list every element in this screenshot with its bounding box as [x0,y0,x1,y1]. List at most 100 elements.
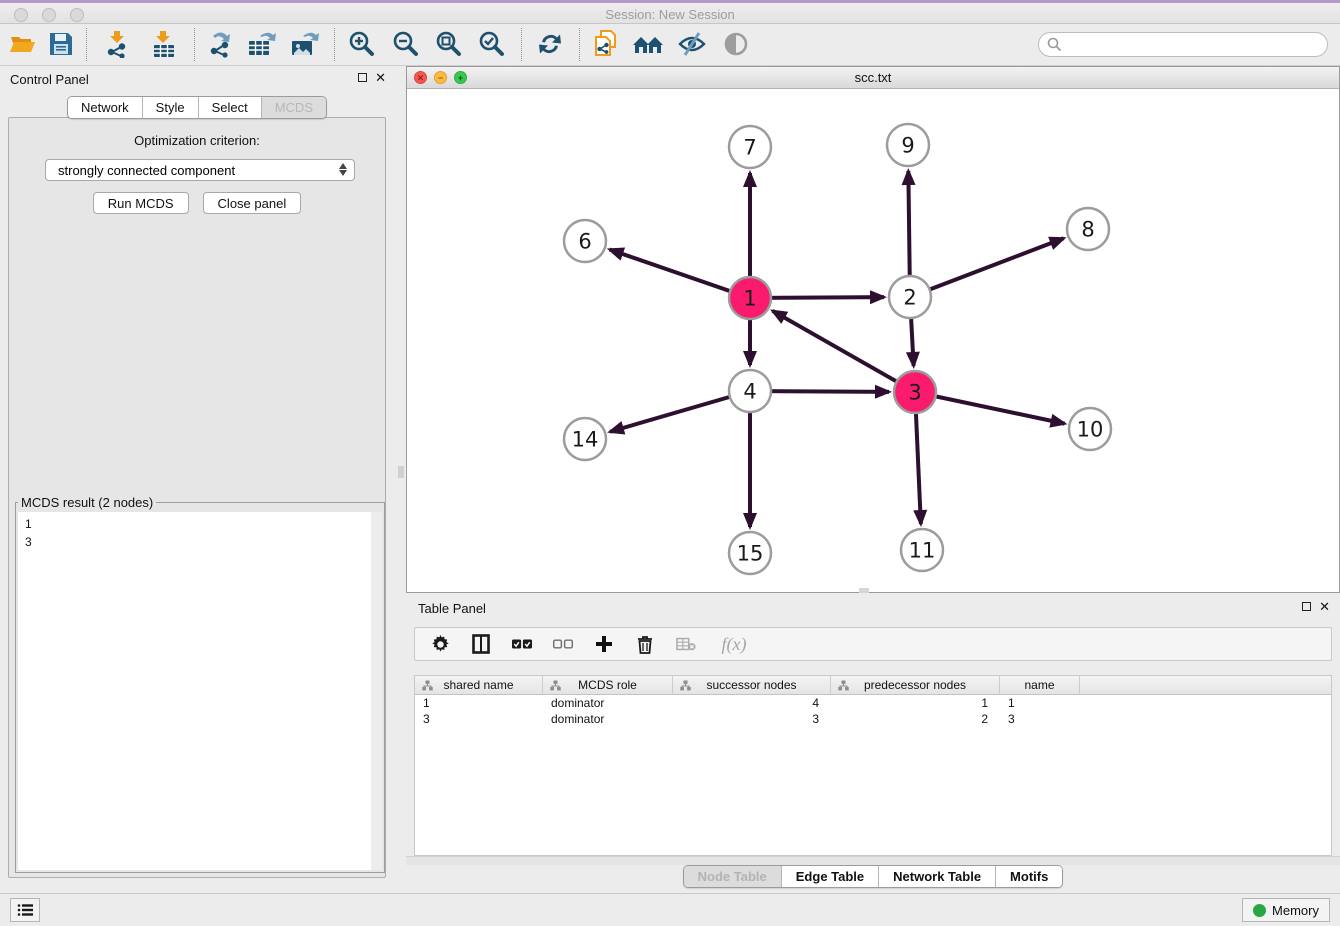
graph-node-9[interactable]: 9 [887,124,929,166]
search-field[interactable] [1038,32,1328,57]
graph-node-14[interactable]: 14 [564,418,606,460]
column-header-mcds-role[interactable]: MCDS role [543,676,673,694]
control-panel-title: Control Panel [10,72,89,87]
home-network-button[interactable] [631,27,665,61]
cell-predecessor-nodes[interactable]: 2 [831,711,1000,727]
cell-successor-nodes[interactable]: 3 [673,711,831,727]
graph-node-8[interactable]: 8 [1067,208,1109,250]
import-table-button[interactable] [148,27,182,61]
import-table-icon [150,30,180,58]
mcds-result-item[interactable]: 3 [18,533,382,551]
add-column-button[interactable] [594,634,614,654]
zoom-in-button[interactable] [345,27,379,61]
tab-edge-table[interactable]: Edge Table [781,866,878,887]
graph-node-label: 7 [743,136,756,160]
tab-network-table[interactable]: Network Table [878,866,995,887]
export-table-button[interactable] [245,27,279,61]
column-label: MCDS role [578,678,637,692]
cell-shared-name[interactable]: 1 [415,695,543,711]
panel-splitter-handle[interactable] [398,466,404,478]
table-row[interactable]: 1 dominator 4 1 1 [415,695,1331,711]
graph-edge-3-10[interactable] [915,392,1065,424]
tab-select[interactable]: Select [198,97,261,118]
graph-node-15[interactable]: 15 [729,532,771,574]
import-network-button[interactable] [102,27,136,61]
zoom-selected-button[interactable] [475,27,509,61]
tab-network[interactable]: Network [68,97,142,118]
cell-successor-nodes[interactable]: 4 [673,695,831,711]
result-scrollbar[interactable] [371,512,382,870]
save-session-button[interactable] [44,27,78,61]
zoom-out-button[interactable] [389,27,423,61]
show-panels-button[interactable] [719,27,753,61]
float-panel-icon[interactable] [358,73,367,82]
open-file-button[interactable] [6,27,40,61]
cell-predecessor-nodes[interactable]: 1 [831,695,1000,711]
cell-mcds-role[interactable]: dominator [543,695,673,711]
main-toolbar [0,24,1340,66]
show-panel-menu-button[interactable] [10,898,40,922]
optimization-select[interactable]: strongly connected component [45,159,355,181]
canvas-splitter-handle[interactable] [859,588,869,593]
tab-node-table[interactable]: Node Table [684,866,781,887]
memory-button[interactable]: Memory [1242,898,1330,922]
column-visibility-button[interactable] [471,634,491,654]
tab-style[interactable]: Style [142,97,198,118]
graph-node-3[interactable]: 3 [894,371,936,413]
graph-node-11[interactable]: 11 [901,529,943,571]
settings-gear-button[interactable] [430,634,450,654]
graph-node-1[interactable]: 1 [729,277,771,319]
network-canvas[interactable]: 7 9 6 8 1 2 4 3 14 10 15 11 [407,89,1339,592]
float-table-panel-icon[interactable] [1302,602,1311,611]
deselect-all-button[interactable] [553,634,573,654]
table-panel-title: Table Panel [418,601,486,616]
delete-column-icon [637,635,653,654]
graph-node-6[interactable]: 6 [564,220,606,262]
cell-name[interactable]: 3 [1000,711,1080,727]
close-table-panel-icon[interactable]: ✕ [1319,601,1330,612]
column-header-predecessor-nodes[interactable]: predecessor nodes [831,676,1000,694]
delete-column-button[interactable] [635,634,655,654]
graph-node-7[interactable]: 7 [729,126,771,168]
cell-shared-name[interactable]: 3 [415,711,543,727]
add-column-icon [595,635,613,653]
column-header-name[interactable]: name [1000,676,1080,694]
cell-mcds-role[interactable]: dominator [543,711,673,727]
graph-node-label: 2 [903,286,916,310]
graph-edge-1-6[interactable] [610,249,750,298]
table-row[interactable]: 3 dominator 3 2 3 [415,711,1331,727]
close-panel-icon[interactable]: ✕ [375,72,386,83]
function-builder-button[interactable]: f(x) [717,634,751,654]
graph-node-10[interactable]: 10 [1069,408,1111,450]
memory-label: Memory [1272,903,1319,918]
select-all-button[interactable] [512,634,532,654]
column-header-shared-name[interactable]: shared name [415,676,543,694]
refresh-button[interactable] [533,27,567,61]
duplicate-network-button[interactable] [589,27,623,61]
export-image-button[interactable] [288,27,322,61]
home-network-icon [631,31,665,57]
tab-motifs[interactable]: Motifs [995,866,1062,887]
mcds-result-list[interactable]: 1 3 [18,512,382,870]
column-header-successor-nodes[interactable]: successor nodes [673,676,831,694]
export-network-button[interactable] [205,27,239,61]
delete-table-button[interactable] [676,634,696,654]
graph-edge-3-1[interactable] [773,311,915,392]
graph-node-label: 11 [909,539,936,563]
hide-panels-icon [677,31,707,57]
search-input[interactable] [1062,37,1327,52]
delete-table-icon [676,636,696,652]
graph-edge-2-8[interactable] [910,238,1064,297]
graph-node-2[interactable]: 2 [889,276,931,318]
graph-node-4[interactable]: 4 [729,370,771,412]
zoom-fit-button[interactable] [432,27,466,61]
hide-panels-button[interactable] [675,27,709,61]
table-panel-header: Table Panel ✕ [406,595,1340,619]
cell-name[interactable]: 1 [1000,695,1080,711]
network-graph[interactable]: 7 9 6 8 1 2 4 3 14 10 15 11 [407,89,1339,592]
run-mcds-button[interactable]: Run MCDS [93,192,189,214]
close-panel-button[interactable]: Close panel [203,192,302,214]
mcds-result-item[interactable]: 1 [18,512,382,533]
tab-mcds[interactable]: MCDS [261,97,326,118]
optimization-criterion-label: Optimization criterion: [9,133,385,148]
